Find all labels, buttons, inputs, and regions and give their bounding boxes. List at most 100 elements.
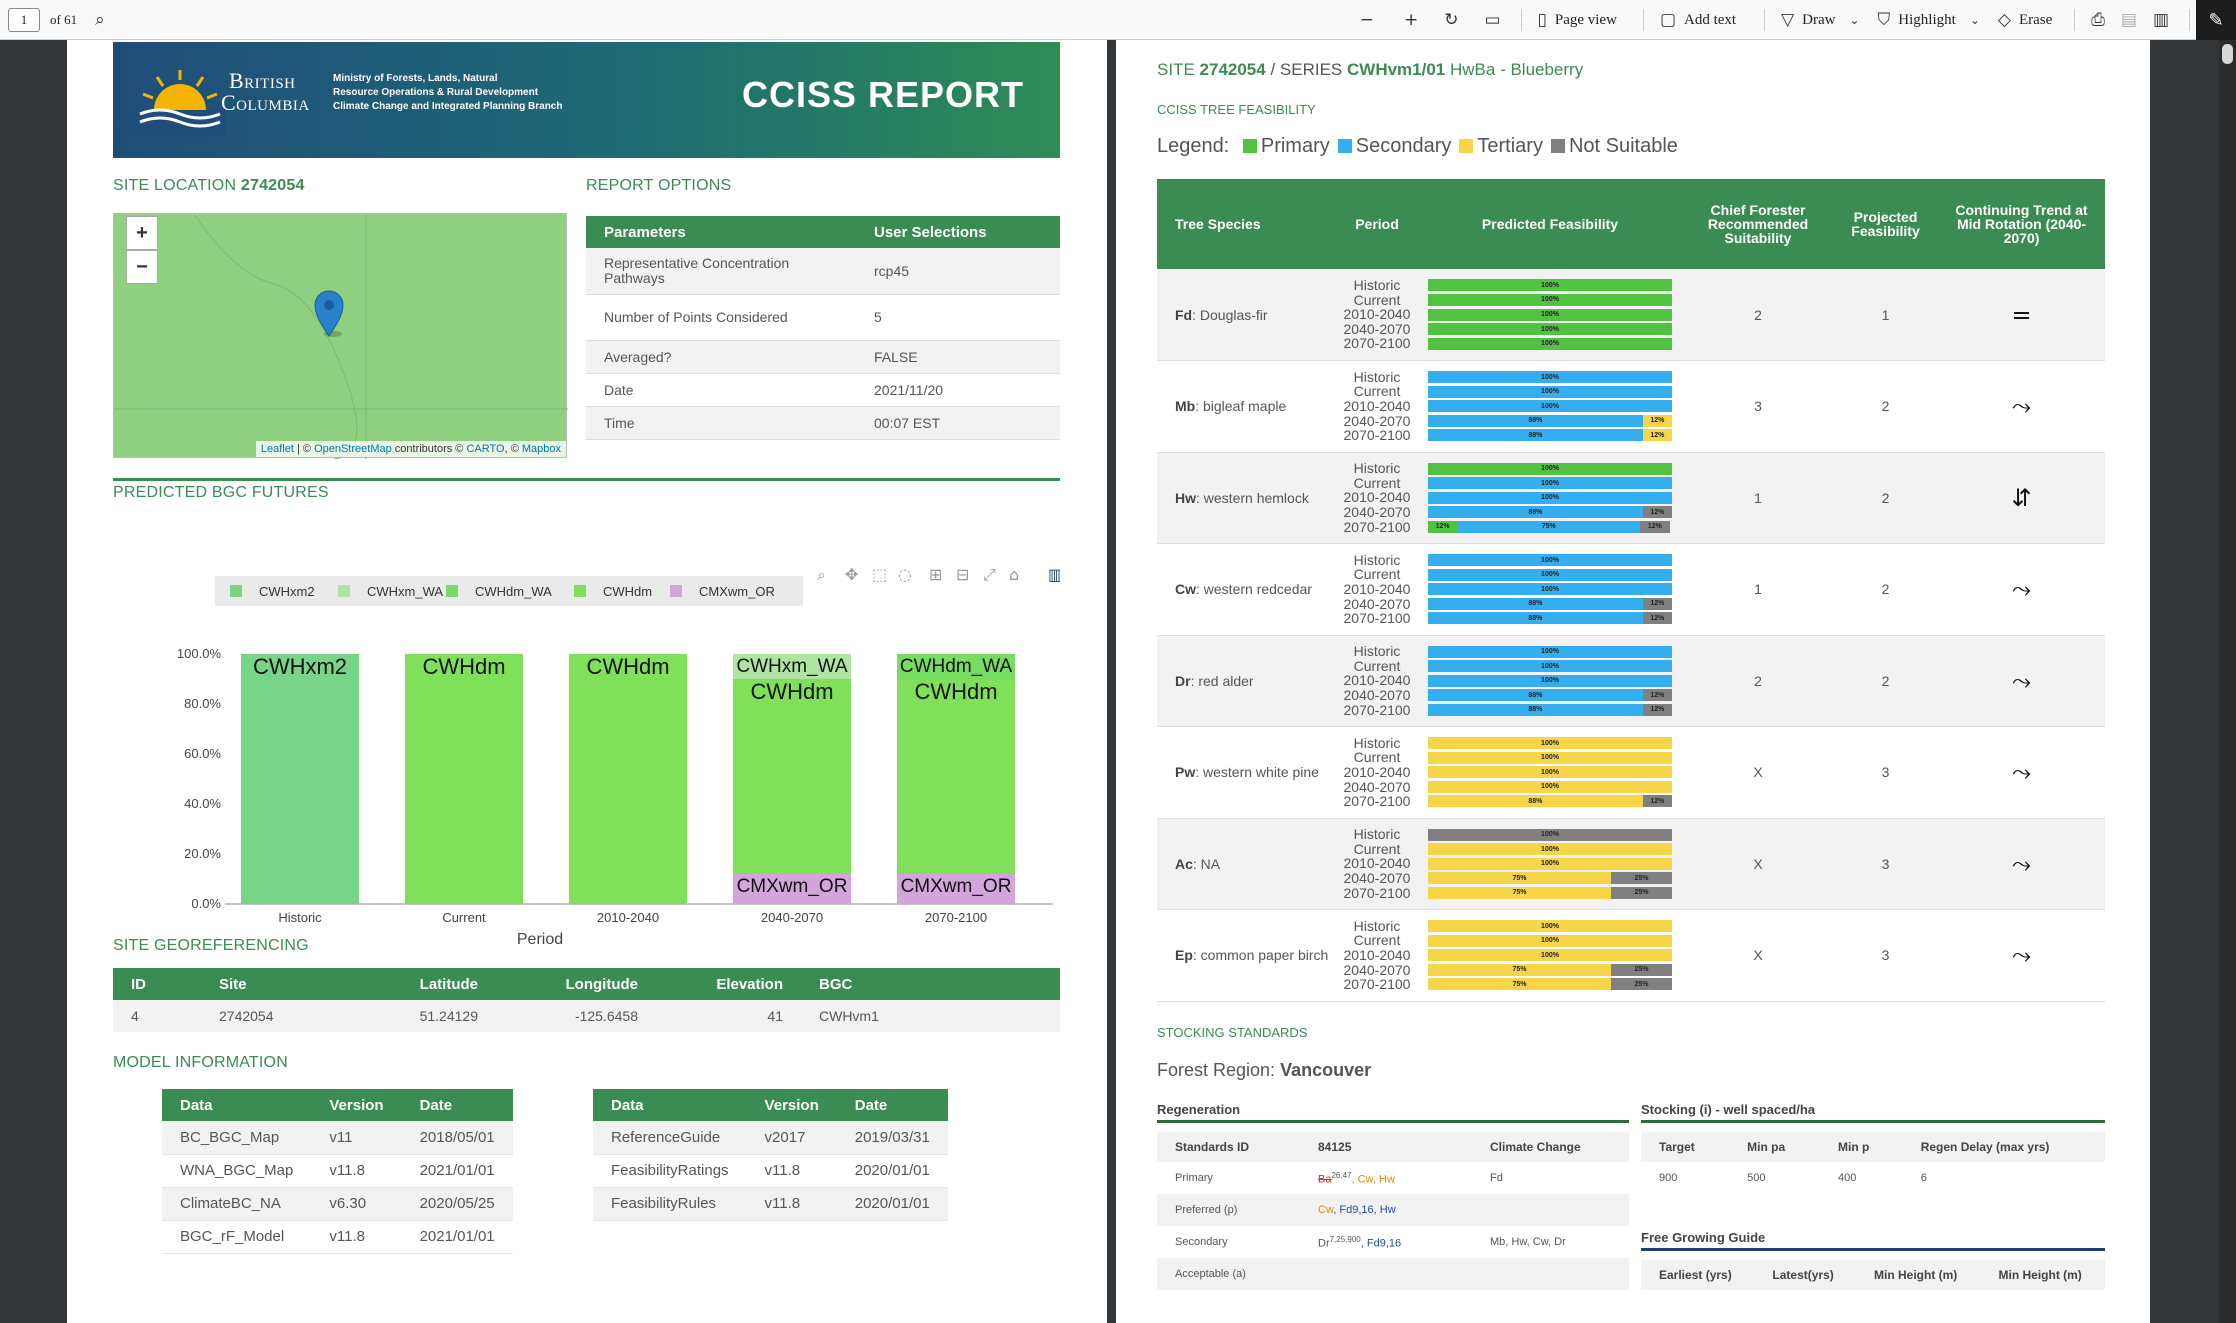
rotate-icon[interactable]: ↻ <box>1444 10 1458 30</box>
toolbar-divider <box>2189 9 2190 31</box>
scrollbar[interactable] <box>2219 40 2236 1323</box>
site-id: 2742054 <box>1199 60 1266 79</box>
feasibility-bar: 100% <box>1428 462 1672 475</box>
zoom-out-button[interactable]: − <box>126 250 158 284</box>
draw-button[interactable]: ▽ Draw <box>1781 10 1835 30</box>
site-series-heading: SITE 2742054 / SERIES CWHvm1/01 HwBa - B… <box>1157 60 1583 80</box>
th-longitude: Longitude <box>496 968 656 1000</box>
feasibility-segment: 88% <box>1428 429 1643 442</box>
chief-forester-value: X <box>1683 726 1833 819</box>
trend-icon: ⤳ <box>1938 818 2105 910</box>
cell: v6.30 <box>311 1187 402 1221</box>
modebar-icon: ⌂ <box>1009 565 1019 584</box>
species-cell: Cw: western redcedar <box>1157 543 1337 636</box>
osm-link[interactable]: OpenStreetMap <box>314 443 392 455</box>
report-options-heading: REPORT OPTIONS <box>586 177 732 194</box>
highlight-button[interactable]: ⛉ Highlight <box>1878 10 1956 30</box>
species-cell: Mb: bigleaf maple <box>1157 360 1337 453</box>
cell: v11.8 <box>746 1154 837 1188</box>
th-data: Data <box>162 1089 312 1121</box>
species-row: Cw: western redcedar Historic Current 2010-… <box>1157 543 2105 636</box>
th-tree-species: Tree Species <box>1157 179 1337 269</box>
th-chief-forester: Chief Forester Recommended Suitability <box>1683 179 1833 269</box>
print-icon[interactable]: ⎙ <box>2091 10 2105 30</box>
page-view-button[interactable]: ▯ Page view <box>1538 10 1617 30</box>
th-bgc: BGC <box>801 968 1060 1000</box>
site-map[interactable]: + − Leaflet | © OpenStreetMap contributo… <box>113 213 568 459</box>
y-tick-label: 80.0% <box>184 696 221 711</box>
species-code: Ac <box>1175 855 1193 872</box>
species-cell: Dr: red alder <box>1157 635 1337 727</box>
carto-link[interactable]: CARTO <box>466 443 504 455</box>
species-name: : bigleaf maple <box>1195 398 1287 415</box>
chief-forester-value: X <box>1683 909 1833 1002</box>
species-name: : Douglas-fir <box>1192 306 1268 323</box>
period-label: 2010-2040 <box>1343 763 1411 780</box>
zoom-in-icon[interactable]: + <box>1404 10 1418 30</box>
feasibility-segment: 100% <box>1428 828 1672 841</box>
draw-chevron-down-icon[interactable]: ⌄ <box>1849 13 1859 27</box>
chief-forester-value: 1 <box>1683 452 1833 544</box>
save-as-icon[interactable]: ▥ <box>2153 10 2169 30</box>
y-tick-label: 0.0% <box>191 896 221 911</box>
search-icon[interactable]: ⌕ <box>95 10 105 30</box>
species-code: Dr <box>1175 672 1191 689</box>
feasibility-bar: 75% 25% <box>1428 872 1672 885</box>
y-tick-label: 60.0% <box>184 746 221 761</box>
zoom-out-icon[interactable]: − <box>1360 10 1374 30</box>
regen-row-label: Acceptable (a) <box>1157 1258 1300 1290</box>
species-cell: Hw: western hemlock <box>1157 452 1337 544</box>
pdf-page-2: SITE 2742054 / SERIES CWHvm1/01 HwBa - B… <box>1116 40 2150 1323</box>
period-label: 2070-2100 <box>1343 976 1411 993</box>
cell: 2019/03/31 <box>836 1121 948 1155</box>
th-id: ID <box>113 968 201 1000</box>
cell: FeasibilityRatings <box>593 1154 747 1188</box>
add-text-button[interactable]: ▢ Add text <box>1660 10 1736 30</box>
th-site: Site <box>201 968 351 1000</box>
period-label: 2070-2100 <box>1343 335 1411 352</box>
scrollbar-thumb[interactable] <box>2222 44 2233 64</box>
save-icon[interactable]: ▤ <box>2121 10 2137 30</box>
bc-wordmark: British Columbia <box>221 70 310 114</box>
species-name: : NA <box>1192 855 1221 872</box>
bar-label: CWHxm2 <box>253 654 347 679</box>
cell: ClimateBC_NA <box>162 1187 312 1221</box>
cell: 2020/01/01 <box>836 1154 948 1188</box>
map-marker-icon[interactable] <box>313 290 345 338</box>
species-code: Mb <box>1175 398 1196 415</box>
feasibility-segment: 12% <box>1640 520 1670 533</box>
y-tick-label: 100.0% <box>177 646 222 661</box>
feasibility-bar: 100% <box>1428 371 1672 384</box>
legend-swatch <box>574 585 586 597</box>
trend-icon: ⤳ <box>1938 635 2105 727</box>
feasibility-bars: 100% 100% 100% 100% 88% 12% <box>1417 726 1683 819</box>
modebar-icon: ⤢ <box>983 565 996 584</box>
projected-feasibility-value: 3 <box>1833 818 1938 910</box>
tree-feasibility-heading: CCISS TREE FEASIBILITY <box>1157 102 1316 117</box>
fit-page-icon[interactable]: ▭ <box>1484 10 1500 30</box>
bar-label: CWHdm <box>750 679 833 704</box>
feasibility-segment: 100% <box>1428 645 1672 658</box>
zoom-in-button[interactable]: + <box>126 216 158 250</box>
erase-button[interactable]: ◇ Erase <box>1998 10 2052 30</box>
feasibility-legend: Legend: Primary Secondary Tertiary Not Suit… <box>1157 135 1678 158</box>
leaflet-link[interactable]: Leaflet <box>261 443 294 455</box>
feasibility-bar: 100% <box>1428 293 1672 306</box>
period-list: Historic Current 2010-2040 2040-2070 2070-21… <box>1337 360 1417 453</box>
feasibility-bar: 100% <box>1428 674 1672 687</box>
feasibility-segment: 100% <box>1428 491 1672 504</box>
pin-icon[interactable]: ✎ <box>2196 0 2236 40</box>
feasibility-segment: 100% <box>1428 279 1672 292</box>
param-cell: Representative Concentration Pathways <box>586 248 856 295</box>
draw-icon: ▽ <box>1781 10 1795 30</box>
trend-icon: ⤳ <box>1938 360 2105 453</box>
feasibility-segment: 100% <box>1428 554 1672 567</box>
page-number-input[interactable]: 1 <box>8 7 40 32</box>
mapbox-link[interactable]: Mapbox <box>522 443 561 455</box>
period-label: 2040-2070 <box>1343 412 1411 429</box>
period-label: 2010-2040 <box>1343 672 1411 689</box>
georef-heading: SITE GEOREFERENCING <box>113 937 309 954</box>
stocking-density-heading: Stocking (i) - well spaced/ha <box>1641 1102 2105 1123</box>
highlight-chevron-down-icon[interactable]: ⌄ <box>1970 13 1980 27</box>
free-growing-heading: Free Growing Guide <box>1641 1230 2105 1251</box>
